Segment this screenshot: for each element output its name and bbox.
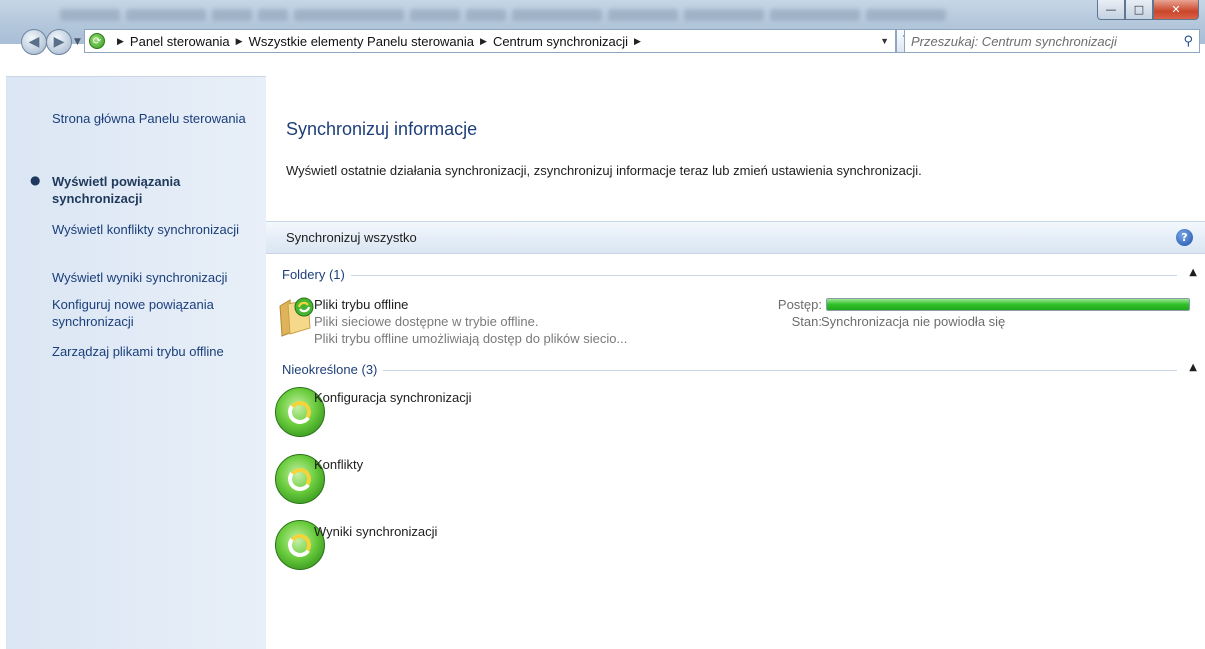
minimize-button[interactable]: — xyxy=(1097,0,1125,20)
sidebar-item-offline-files[interactable]: Zarządzaj plikami trybu offline xyxy=(52,343,262,360)
breadcrumb-separator-icon[interactable]: ▶ xyxy=(634,36,641,47)
forward-button[interactable]: ▶ xyxy=(46,29,72,55)
breadcrumb-separator-icon[interactable]: ▶ xyxy=(236,36,243,47)
page-description: Wyświetl ostatnie działania synchronizac… xyxy=(286,163,922,178)
group-header-unspecified[interactable]: Nieokreślone (3) ▲ xyxy=(282,362,1197,378)
group-divider xyxy=(282,275,1177,276)
sidebar-item-home[interactable]: Strona główna Panelu sterowania xyxy=(52,110,262,127)
search-icon[interactable]: ⚲ xyxy=(1183,34,1193,49)
page-title: Synchronizuj informacje xyxy=(286,119,478,139)
breadcrumb-separator-icon[interactable]: ▶ xyxy=(480,36,487,47)
sidebar-item-sync-partnerships[interactable]: Wyświetl powiązania synchronizacji xyxy=(52,173,262,207)
item-title[interactable]: Konfiguracja synchronizacji xyxy=(314,390,472,405)
recent-pages-dropdown-icon[interactable]: ▼ xyxy=(74,37,81,47)
sidebar: Strona główna Panelu sterowania ● Wyświe… xyxy=(6,76,266,649)
command-bar: Synchronizuj wszystko ? xyxy=(266,221,1205,254)
group-label: Nieokreślone (3) xyxy=(282,362,384,377)
sidebar-item-sync-conflicts[interactable]: Wyświetl konflikty synchronizacji xyxy=(52,221,262,238)
sync-progress-bar xyxy=(826,298,1190,311)
search-box: ⚲ xyxy=(904,29,1200,53)
search-input[interactable] xyxy=(909,32,1173,50)
sidebar-item-new-partnership[interactable]: Konfiguruj nowe powiązania synchronizacj… xyxy=(52,296,262,330)
status-value: Synchronizacja nie powiodła się xyxy=(821,314,1006,329)
progress-fill xyxy=(827,299,1189,310)
help-icon[interactable]: ? xyxy=(1176,229,1193,246)
control-panel-icon: ⟳ xyxy=(89,33,105,49)
group-divider xyxy=(282,370,1177,371)
progress-label: Postęp: xyxy=(777,297,822,312)
back-button[interactable]: ◀ xyxy=(21,29,47,55)
breadcrumb-item[interactable]: Panel sterowania xyxy=(130,34,230,49)
close-button[interactable]: ✕ xyxy=(1153,0,1199,20)
window-controls: — □ ✕ xyxy=(1097,0,1199,22)
item-description: Pliki trybu offline umożliwiają dostęp d… xyxy=(314,331,628,346)
address-bar[interactable]: ⟳ ▶ Panel sterowania ▶ Wszystkie element… xyxy=(84,29,896,53)
group-header-folders[interactable]: Foldery (1) ▲ xyxy=(282,267,1197,283)
active-bullet-icon: ● xyxy=(30,173,41,187)
sync-all-button[interactable]: Synchronizuj wszystko xyxy=(286,230,417,245)
item-title[interactable]: Wyniki synchronizacji xyxy=(314,524,437,539)
item-title[interactable]: Konflikty xyxy=(314,457,363,472)
address-dropdown-icon[interactable]: ▼ xyxy=(880,36,889,46)
collapse-icon[interactable]: ▲ xyxy=(1189,267,1197,278)
main-content: Synchronizuj informacje Wyświetl ostatni… xyxy=(266,76,1205,648)
item-description: Pliki sieciowe dostępne w trybie offline… xyxy=(314,314,539,329)
offline-files-folder-icon[interactable] xyxy=(278,296,314,337)
sidebar-item-sync-results[interactable]: Wyświetl wyniki synchronizacji xyxy=(52,269,262,286)
collapse-icon[interactable]: ▲ xyxy=(1189,362,1197,373)
breadcrumb-item[interactable]: Wszystkie elementy Panelu sterowania xyxy=(249,34,474,49)
breadcrumb-item[interactable]: Centrum synchronizacji xyxy=(493,34,628,49)
maximize-button[interactable]: □ xyxy=(1125,0,1153,20)
item-title[interactable]: Pliki trybu offline xyxy=(314,297,408,312)
group-label: Foldery (1) xyxy=(282,267,351,282)
status-label: Stan: xyxy=(791,314,822,329)
blurred-taskbar-strip xyxy=(60,6,1060,24)
navigation-bar: ◀ ▶ ▼ ⟳ ▶ Panel sterowania ▶ Wszystkie e… xyxy=(0,24,1205,76)
breadcrumb-separator-icon[interactable]: ▶ xyxy=(117,36,124,47)
